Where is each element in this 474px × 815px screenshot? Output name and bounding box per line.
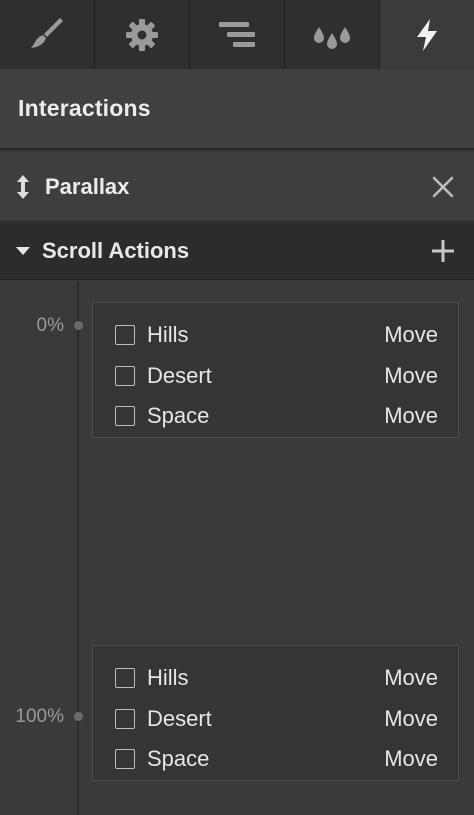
list-item: Desert Move bbox=[93, 356, 458, 397]
keyframe-marker-end[interactable] bbox=[74, 712, 83, 721]
item-checkbox[interactable] bbox=[115, 325, 135, 346]
item-action[interactable]: Move bbox=[384, 665, 438, 691]
tab-style[interactable] bbox=[0, 0, 95, 69]
list-item: Space Move bbox=[93, 739, 458, 780]
vertical-arrows-icon bbox=[17, 174, 29, 199]
list-item: Hills Move bbox=[93, 315, 458, 356]
keyframe-card-end: Hills Move Desert Move Space Move bbox=[92, 645, 459, 781]
keyframe-percent-start: 0% bbox=[36, 315, 64, 336]
scroll-actions-header[interactable]: Scroll Actions bbox=[0, 223, 474, 280]
trigger-label: Parallax bbox=[45, 173, 130, 199]
item-name: Space bbox=[147, 403, 210, 429]
item-action[interactable]: Move bbox=[384, 746, 438, 772]
item-action[interactable]: Move bbox=[384, 363, 438, 389]
lightning-icon bbox=[417, 18, 437, 51]
list-item: Space Move bbox=[93, 396, 458, 437]
item-name: Desert bbox=[147, 362, 212, 388]
item-name: Hills bbox=[147, 665, 189, 691]
item-checkbox[interactable] bbox=[115, 365, 135, 386]
scroll-actions-label: Scroll Actions bbox=[42, 238, 190, 263]
tab-settings[interactable] bbox=[95, 0, 190, 69]
item-checkbox[interactable] bbox=[115, 406, 135, 427]
drops-icon bbox=[314, 26, 350, 49]
scroll-timeline: 0% Hills Move Desert Move Space Move 100… bbox=[0, 281, 474, 815]
caret-down-icon[interactable] bbox=[16, 246, 30, 256]
trigger-row[interactable]: Parallax bbox=[0, 152, 474, 222]
brush-icon bbox=[31, 17, 63, 48]
item-name: Desert bbox=[147, 705, 212, 731]
tab-swatches[interactable] bbox=[285, 0, 380, 69]
tab-interactions[interactable] bbox=[380, 0, 474, 69]
item-action[interactable]: Move bbox=[384, 403, 438, 429]
align-icon bbox=[219, 21, 255, 47]
keyframe-card-start: Hills Move Desert Move Space Move bbox=[92, 302, 459, 438]
list-item: Desert Move bbox=[93, 699, 458, 740]
item-checkbox[interactable] bbox=[115, 749, 135, 770]
item-checkbox[interactable] bbox=[115, 708, 135, 729]
keyframe-marker-start[interactable] bbox=[74, 321, 83, 330]
page-title: Interactions bbox=[18, 95, 151, 121]
close-icon[interactable] bbox=[432, 176, 454, 198]
item-name: Space bbox=[147, 746, 210, 772]
add-icon[interactable] bbox=[432, 240, 454, 262]
keyframe-percent-end: 100% bbox=[15, 706, 64, 727]
item-action[interactable]: Move bbox=[384, 706, 438, 732]
item-checkbox[interactable] bbox=[115, 668, 135, 689]
timeline-axis bbox=[77, 281, 79, 815]
list-item: Hills Move bbox=[93, 658, 458, 699]
tab-navigator[interactable] bbox=[190, 0, 285, 69]
gear-icon bbox=[126, 18, 158, 51]
panel-tabbar bbox=[0, 0, 474, 69]
item-name: Hills bbox=[147, 322, 189, 348]
panel-header: Interactions bbox=[0, 69, 474, 150]
item-action[interactable]: Move bbox=[384, 322, 438, 348]
